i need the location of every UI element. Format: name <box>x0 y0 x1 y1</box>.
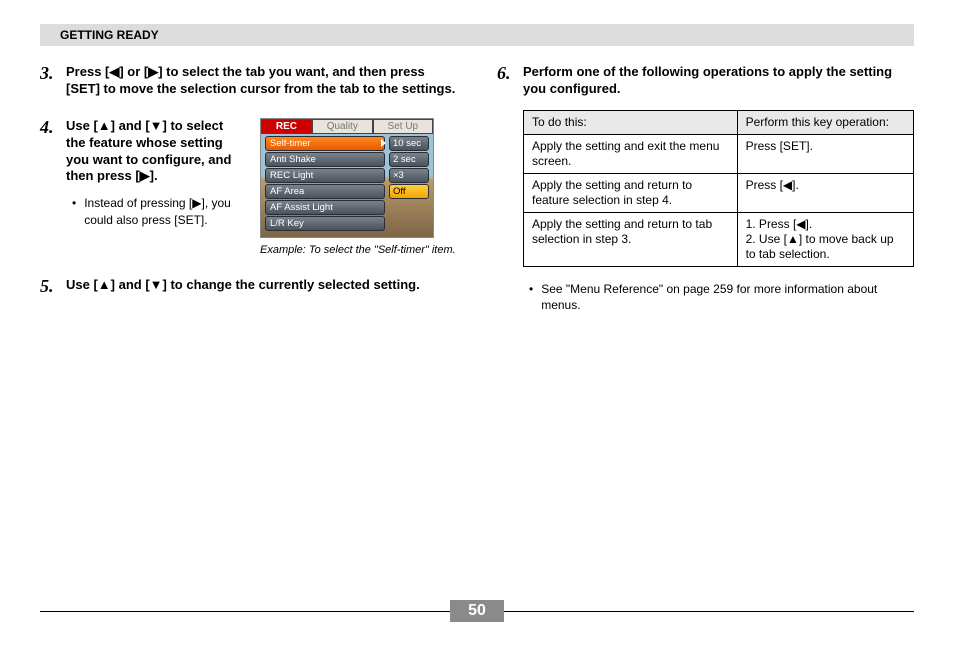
camera-menu-item: AF Assist Light <box>265 200 385 215</box>
camera-tab: Set Up <box>373 119 433 134</box>
camera-option: 2 sec <box>389 152 429 167</box>
table-row: Apply the setting and return to feature … <box>524 173 914 212</box>
illustration-caption: Example: To select the "Self-timer" item… <box>260 244 456 257</box>
camera-menu-illustration: RECQualitySet Up Self-timerAnti ShakeREC… <box>260 118 434 238</box>
page-number: 50 <box>450 600 504 622</box>
step-3-text: Press [◀] or [▶] to select the tab you w… <box>66 64 457 98</box>
camera-menu-item: L/R Key <box>265 216 385 231</box>
operations-table: To do this:Perform this key operation: A… <box>523 110 914 267</box>
table-cell: Apply the setting and return to tab sele… <box>524 212 738 266</box>
table-cell: Apply the setting and exit the menu scre… <box>524 134 738 173</box>
table-cell: 1. Press [◀].2. Use [▲] to move back up … <box>737 212 913 266</box>
table-cell: Press [SET]. <box>737 134 913 173</box>
camera-tab: REC <box>261 119 312 134</box>
table-header: To do this: <box>524 110 738 134</box>
camera-menu-item: Self-timer <box>265 136 385 151</box>
step-3-number: 3. <box>40 64 66 84</box>
camera-menu-item: REC Light <box>265 168 385 183</box>
step-5-text: Use [▲] and [▼] to change the currently … <box>66 277 457 294</box>
step-4-note: Instead of pressing [▶], you could also … <box>72 195 246 227</box>
camera-option: 10 sec <box>389 136 429 151</box>
section-header: GETTING READY <box>40 24 914 46</box>
table-row: Apply the setting and return to tab sele… <box>524 212 914 266</box>
table-cell: Apply the setting and return to feature … <box>524 173 738 212</box>
step-5-number: 5. <box>40 277 66 297</box>
step-6-number: 6. <box>497 64 523 84</box>
camera-tab: Quality <box>312 119 373 134</box>
camera-option: ×3 <box>389 168 429 183</box>
step-4-text: Use [▲] and [▼] to select the feature wh… <box>66 118 246 186</box>
camera-menu-item: AF Area <box>265 184 385 199</box>
table-header: Perform this key operation: <box>737 110 913 134</box>
step-4-number: 4. <box>40 118 66 138</box>
table-cell: Press [◀]. <box>737 173 913 212</box>
right-column: 6. Perform one of the following operatio… <box>497 64 914 333</box>
left-column: 3. Press [◀] or [▶] to select the tab yo… <box>40 64 457 333</box>
page-footer: 50 <box>40 600 914 622</box>
table-row: Apply the setting and exit the menu scre… <box>524 134 914 173</box>
camera-menu-item: Anti Shake <box>265 152 385 167</box>
step-6-text: Perform one of the following operations … <box>523 64 914 98</box>
menu-reference-note: See "Menu Reference" on page 259 for mor… <box>529 281 914 313</box>
camera-option: Off <box>389 184 429 199</box>
